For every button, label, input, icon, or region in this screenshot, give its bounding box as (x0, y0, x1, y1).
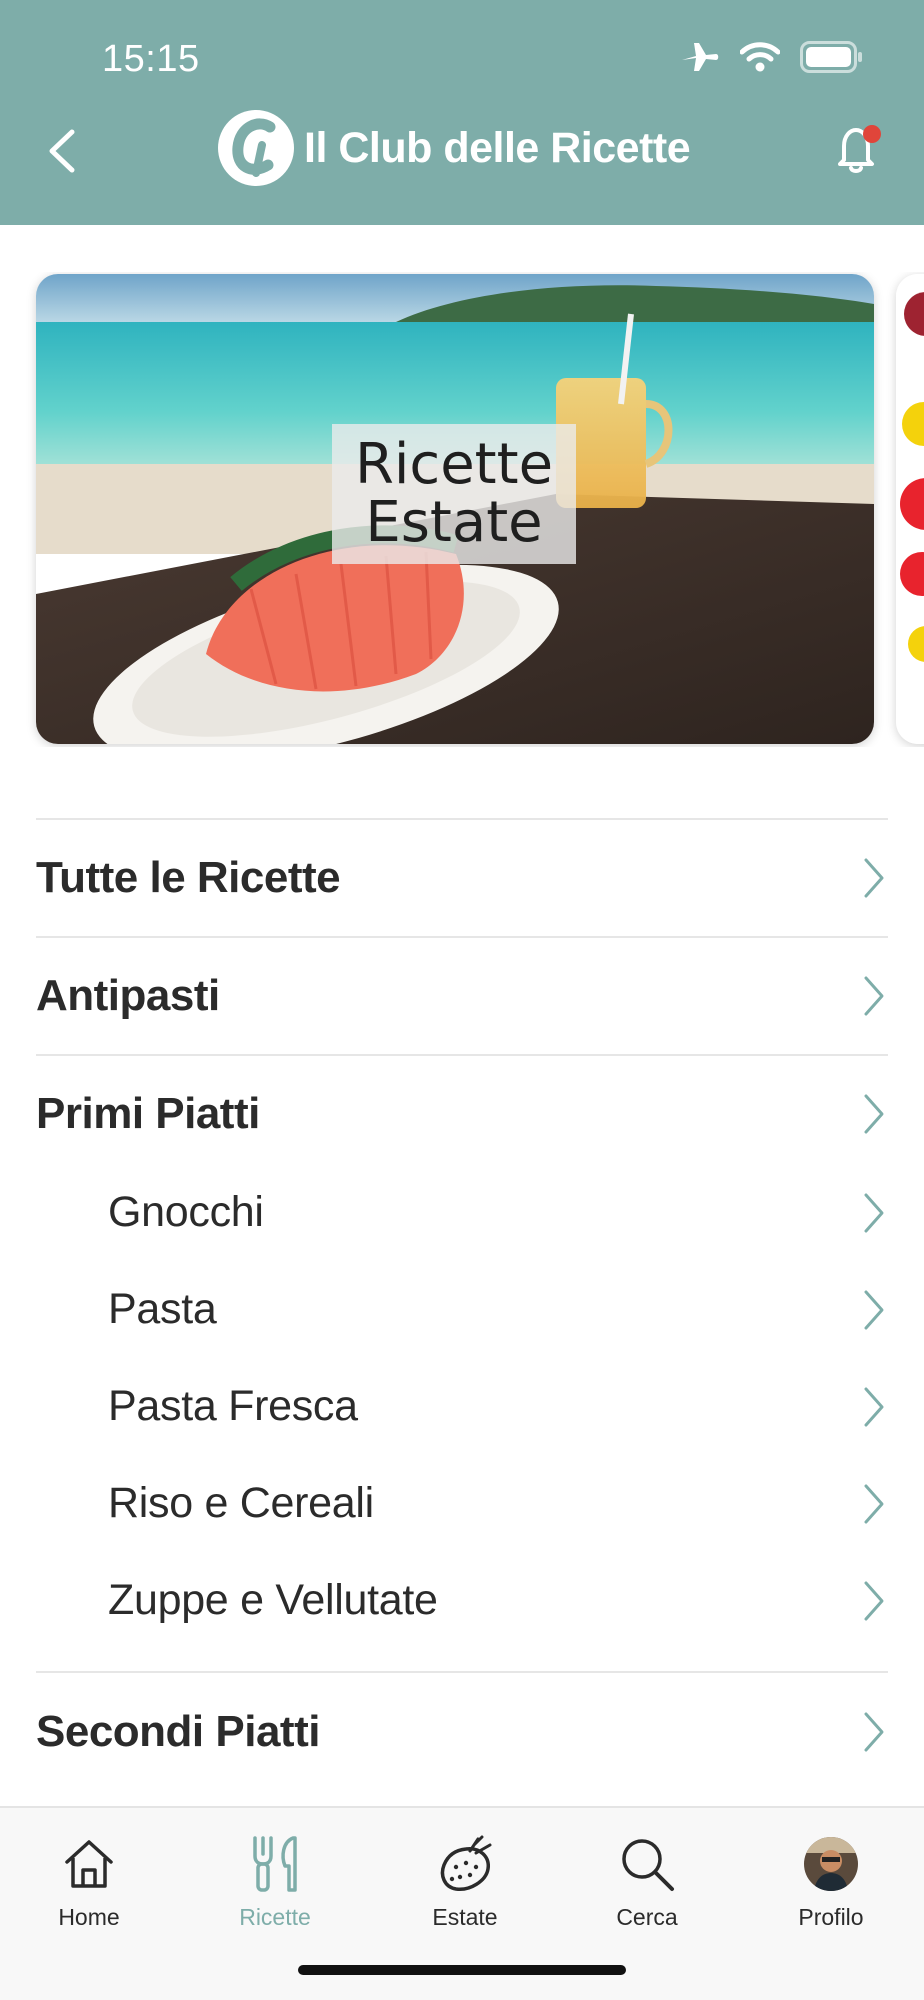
tab-label: Ricette (239, 1904, 311, 1930)
carousel-card-label: Ricette Estate (332, 424, 576, 564)
category-row-secondi-piatti[interactable]: Secondi Piatti (36, 1671, 888, 1791)
subcategory-row-pasta[interactable]: Pasta (36, 1261, 888, 1358)
subcategory-list: Gnocchi Pasta Pasta Fresca Riso e Cereal… (36, 1164, 888, 1671)
chevron-right-icon (864, 1712, 884, 1752)
tab-label: Cerca (616, 1904, 678, 1930)
tab-label: Estate (432, 1904, 498, 1930)
category-label: Primi Piatti (36, 1089, 260, 1138)
battery-icon (800, 41, 862, 73)
subcategory-label: Riso e Cereali (108, 1479, 374, 1527)
category-label: Antipasti (36, 971, 220, 1020)
chevron-right-icon (864, 976, 884, 1016)
category-list: Tutte le Ricette Antipasti Primi Piatti … (36, 818, 888, 1791)
category-row-primi-piatti[interactable]: Primi Piatti (36, 1056, 888, 1172)
fruit-image (896, 274, 924, 744)
subcategory-label: Gnocchi (108, 1188, 264, 1236)
tab-ricette[interactable]: Ricette (200, 1834, 350, 1944)
tab-profilo[interactable]: Profilo (756, 1834, 906, 1944)
chevron-right-icon (864, 1581, 884, 1620)
chevron-left-icon (49, 129, 75, 173)
chevron-right-icon (864, 1193, 884, 1232)
category-row-tutte-le-ricette[interactable]: Tutte le Ricette (36, 818, 888, 936)
subcategory-row-zuppe-e-vellutate[interactable]: Zuppe e Vellutate (36, 1552, 888, 1649)
category-row-antipasti[interactable]: Antipasti (36, 936, 888, 1054)
fork-knife-icon (245, 1834, 305, 1894)
airplane-icon (682, 43, 719, 71)
subcategory-label: Pasta Fresca (108, 1382, 358, 1430)
back-button[interactable] (42, 126, 82, 176)
chevron-right-icon (864, 858, 884, 898)
subcategory-label: Zuppe e Vellutate (108, 1576, 438, 1624)
avatar (804, 1837, 858, 1891)
category-label: Secondi Piatti (36, 1707, 320, 1756)
bell-icon (838, 125, 881, 173)
app-title: Il Club delle Ricette (304, 123, 691, 172)
category-label: Tutte le Ricette (36, 853, 341, 902)
tab-label: Home (58, 1904, 120, 1930)
brand-logo (218, 110, 294, 186)
tab-estate[interactable]: Estate (390, 1834, 540, 1944)
house-icon (59, 1834, 119, 1894)
notifications-button[interactable] (830, 120, 886, 176)
chevron-right-icon (864, 1094, 884, 1134)
wifi-icon (740, 42, 780, 72)
tab-home[interactable]: Home (14, 1834, 164, 1944)
subcategory-label: Pasta (108, 1285, 217, 1333)
chevron-right-icon (864, 1484, 884, 1523)
home-indicator (298, 1965, 626, 1975)
logo-c-icon (232, 118, 276, 177)
tab-cerca[interactable]: Cerca (572, 1834, 722, 1944)
subcategory-row-pasta-fresca[interactable]: Pasta Fresca (36, 1358, 888, 1455)
tab-label: Profilo (798, 1904, 864, 1930)
subcategory-row-riso-e-cereali[interactable]: Riso e Cereali (36, 1455, 888, 1552)
search-icon (617, 1834, 677, 1894)
app-header: 15:15 Il Club delle Ricette (0, 0, 924, 225)
subcategory-row-gnocchi[interactable]: Gnocchi (36, 1164, 888, 1261)
carousel-card-next[interactable] (896, 274, 924, 744)
notification-dot (863, 125, 881, 143)
chevron-right-icon (864, 1290, 884, 1329)
carousel-card-summer[interactable]: Ricette Estate (36, 274, 874, 744)
category-group-primi-piatti: Primi Piatti Gnocchi Pasta Pasta Fresca … (36, 1054, 888, 1671)
status-icons (680, 40, 864, 74)
featured-carousel[interactable]: Ricette Estate (0, 272, 924, 747)
chevron-right-icon (864, 1387, 884, 1426)
app-brand: Il Club delle Ricette (218, 108, 691, 188)
strawberry-icon (435, 1834, 495, 1894)
status-time: 15:15 (102, 38, 200, 80)
